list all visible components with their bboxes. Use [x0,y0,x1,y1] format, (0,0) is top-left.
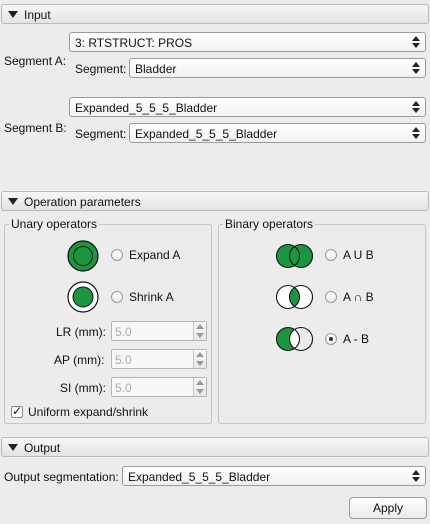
intersect-label: A ∩ B [343,290,374,304]
union-radio[interactable] [325,249,337,261]
shrink-a-radio[interactable] [111,291,123,303]
intersect-icon [275,284,314,310]
segment-a-structure-value: 3: RTSTRUCT: PROS [75,36,193,50]
segment-b-label: Segment B: [4,121,67,135]
union-label: A U B [343,248,374,262]
segment-b-structure-value: Expanded_5_5_5_Bladder [75,101,218,115]
uniform-expand-label: Uniform expand/shrink [28,405,149,419]
segment-a-segment-combo[interactable]: Bladder [129,58,426,78]
segment-a-label: Segment A: [4,54,67,68]
binary-operators-group [218,224,426,424]
apply-button[interactable]: Apply [349,497,427,519]
spin-arrows-icon[interactable] [193,350,206,368]
ap-mm-spinbox[interactable]: 5.0 [111,349,207,369]
lr-mm-label: LR (mm): [56,325,106,339]
output-segmentation-value: Expanded_5_5_5_Bladder [128,470,271,484]
expand-a-icon [67,240,99,272]
expand-a-label: Expand A [129,248,181,262]
segment-a-structure-combo[interactable]: 3: RTSTRUCT: PROS [69,32,426,52]
combo-arrows-icon [411,36,421,48]
subtract-icon [275,326,314,352]
combo-arrows-icon [411,127,421,139]
combo-arrows-icon[interactable] [411,470,421,482]
input-section-title: Input [24,8,51,22]
output-segmentation-combo[interactable]: Expanded_5_5_5_Bladder [122,466,426,486]
shrink-a-icon [67,281,99,313]
shrink-a-label: Shrink A [129,290,174,304]
collapse-arrow-icon [8,198,18,205]
si-mm-spinbox[interactable]: 5.0 [111,377,207,397]
binary-operators-title: Binary operators [223,217,316,231]
uniform-expand-checkbox[interactable]: ✓ [11,404,23,418]
input-section-header[interactable]: Input [1,4,429,24]
combo-arrows-icon [411,101,421,113]
operation-section-title: Operation parameters [24,195,141,209]
output-section-header[interactable]: Output [1,437,429,457]
combo-arrows-icon [411,62,421,74]
si-mm-label: SI (mm): [60,381,106,395]
segment-b-segment-value: Expanded_5_5_5_Bladder [135,127,278,141]
operation-section-header[interactable]: Operation parameters [1,191,429,211]
spin-arrows-icon[interactable] [193,378,206,396]
subtract-label: A - B [343,332,370,346]
collapse-arrow-icon [8,11,18,18]
segment-b-segment-combo[interactable]: Expanded_5_5_5_Bladder [129,123,426,143]
segment-a-segment-value: Bladder [135,62,177,76]
lr-mm-value: 5.0 [115,325,132,339]
segment-a-segment-label: Segment: [75,62,127,76]
checkmark-icon: ✓ [12,404,23,418]
segment-b-structure-combo[interactable]: Expanded_5_5_5_Bladder [69,97,426,117]
output-segmentation-label: Output segmentation: [4,470,119,484]
intersect-radio[interactable] [325,291,337,303]
si-mm-value: 5.0 [115,381,132,395]
union-icon [275,243,314,269]
spin-arrows-icon[interactable] [193,322,206,340]
expand-a-radio[interactable] [111,249,123,261]
ap-mm-label: AP (mm): [54,353,105,367]
segment-b-segment-label: Segment: [75,127,127,141]
subtract-radio[interactable] [325,333,337,345]
output-section-title: Output [24,441,61,455]
unary-operators-title: Unary operators [9,217,100,231]
lr-mm-spinbox[interactable]: 5.0 [111,321,207,341]
collapse-arrow-icon [8,444,18,451]
ap-mm-value: 5.0 [115,353,132,367]
